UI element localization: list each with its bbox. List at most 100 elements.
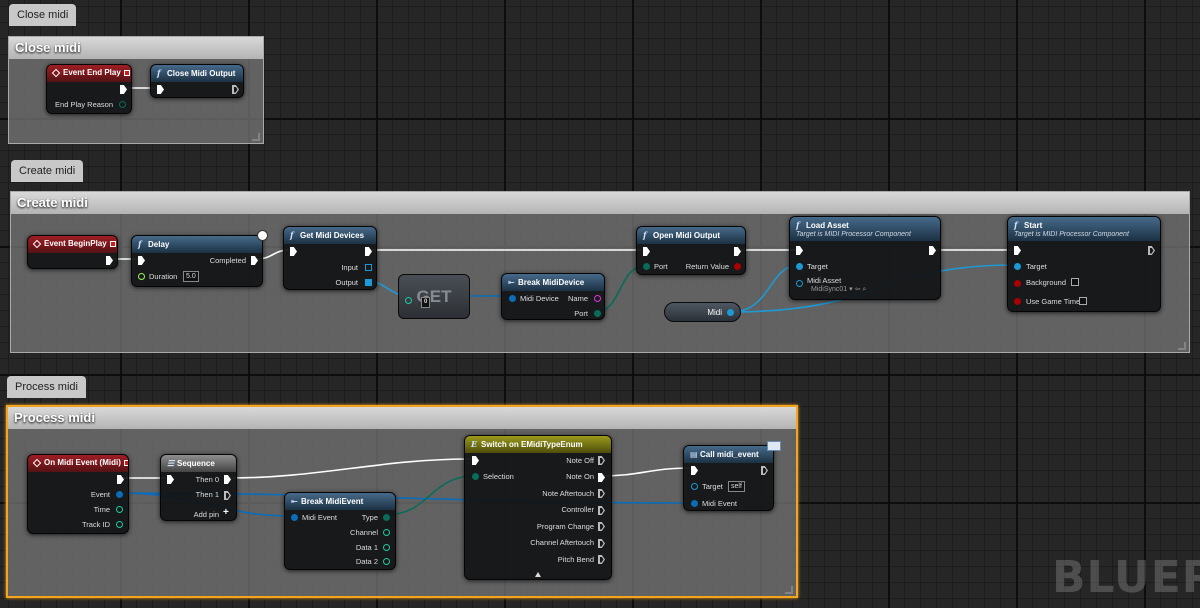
exec-in-pin[interactable] (157, 85, 164, 94)
resize-handle[interactable] (785, 586, 793, 594)
comment-tab-label: Create midi (19, 165, 76, 177)
exec-out-pin[interactable] (598, 539, 605, 548)
resize-handle[interactable] (1178, 342, 1186, 350)
array-in-pin[interactable] (365, 264, 372, 271)
int-out-pin[interactable] (116, 521, 123, 528)
add-pin-icon[interactable]: + (223, 507, 229, 518)
exec-out-pin[interactable] (232, 85, 239, 94)
exec-out-pin[interactable] (598, 522, 605, 531)
exec-out-pin[interactable] (365, 247, 372, 256)
exec-out-pin[interactable] (106, 256, 113, 265)
node-call-midi-event[interactable]: ▤ Call midi_event Target self Midi Event (683, 441, 781, 511)
node-event-begin-play[interactable]: Event BeginPlay (27, 235, 118, 269)
node-event-end-play[interactable]: Event End Play End Play Reason (46, 64, 132, 114)
target-self-input[interactable]: self (728, 481, 745, 492)
node-break-midi-event[interactable]: ⇤ Break MidiEvent Midi Event Type Channel… (284, 492, 396, 570)
resize-handle[interactable] (252, 133, 260, 141)
node-on-midi-event[interactable]: On Midi Event (Midi) Event Time Track ID (27, 454, 129, 534)
node-load-asset[interactable]: f Load Asset Target is MIDI Processor Comp… (789, 216, 941, 300)
bool-in-pin[interactable] (1014, 280, 1021, 287)
comment-tab-close-midi[interactable]: Close midi (9, 4, 77, 26)
bool-in-pin[interactable] (1014, 298, 1021, 305)
array-out-pin[interactable] (365, 279, 372, 286)
exec-out-pin[interactable] (598, 489, 605, 498)
exec-out-pin[interactable] (251, 256, 258, 265)
node-title: Close Midi Output (167, 69, 236, 78)
use-game-time-checkbox[interactable] (1079, 297, 1087, 305)
node-header: Event BeginPlay (28, 236, 117, 253)
exec-in-pin[interactable] (1014, 246, 1021, 255)
node-break-midi-device[interactable]: ⇤ Break MidiDevice Midi Device Name Port (501, 273, 605, 320)
comment-title[interactable]: Process midi (8, 407, 796, 429)
delegate-pin[interactable] (109, 240, 116, 247)
exec-in-pin[interactable] (796, 246, 803, 255)
byte-out-pin[interactable] (383, 514, 390, 521)
exec-out-pin[interactable] (598, 506, 605, 515)
node-title: Break MidiDevice (518, 278, 585, 287)
object-in-pin[interactable] (796, 263, 803, 270)
comment-tab-create-midi[interactable]: Create midi (11, 160, 84, 182)
byte-out-pin[interactable] (119, 101, 126, 108)
index-input[interactable]: 0 (421, 297, 431, 308)
int-in-pin[interactable] (405, 297, 412, 304)
node-switch-midi-type[interactable]: E Switch on EMidiTypeEnum Selection Note … (464, 435, 612, 580)
float-in-pin[interactable] (138, 273, 145, 280)
exec-in-pin[interactable] (290, 247, 297, 256)
int-out-pin[interactable] (116, 506, 123, 513)
exec-out-pin[interactable] (1148, 246, 1155, 255)
exec-out-pin[interactable] (598, 456, 605, 465)
exec-in-pin[interactable] (472, 456, 479, 465)
int-out-pin[interactable] (383, 544, 390, 551)
object-out-pin[interactable] (734, 263, 741, 270)
string-out-pin[interactable] (594, 295, 601, 302)
asset-value: MidiSync01 (811, 286, 848, 293)
exec-out-pin[interactable] (598, 555, 605, 564)
exec-in-pin[interactable] (138, 256, 145, 265)
struct-in-pin[interactable] (291, 514, 298, 521)
exec-out-pin[interactable] (734, 247, 741, 256)
exec-out-pin[interactable] (598, 473, 605, 482)
exec-out-pin[interactable] (117, 475, 124, 484)
object-in-pin[interactable] (1014, 263, 1021, 270)
comment-tab-process-midi[interactable]: Process midi (7, 376, 86, 398)
exec-in-pin[interactable] (691, 466, 698, 475)
node-start[interactable]: f Start Target is MIDI Processor Component… (1007, 216, 1161, 312)
node-close-midi-output[interactable]: f Close Midi Output (150, 64, 244, 98)
struct-in-pin[interactable] (691, 500, 698, 507)
delegate-pin[interactable] (123, 459, 128, 466)
exec-out-pin[interactable] (224, 475, 231, 484)
background-checkbox[interactable] (1071, 278, 1079, 286)
exec-out-pin[interactable] (761, 466, 768, 475)
byte-in-pin[interactable] (472, 473, 479, 480)
int-out-pin[interactable] (383, 529, 390, 536)
exec-out-pin[interactable] (224, 491, 231, 500)
pin-label-name: Name (567, 294, 588, 303)
comment-title[interactable]: Close midi (9, 37, 263, 59)
exec-in-pin[interactable] (167, 475, 174, 484)
comment-title[interactable]: Create midi (11, 192, 1189, 214)
collapse-arrow-icon[interactable] (535, 572, 541, 577)
node-get-array[interactable]: GET 0 (398, 274, 470, 319)
node-title: Break MidiEvent (301, 497, 364, 506)
exec-out-pin[interactable] (120, 85, 127, 94)
duration-input[interactable]: 5.0 (183, 271, 199, 282)
pin-label-data-2: Data 2 (355, 557, 378, 566)
struct-out-pin[interactable] (116, 491, 123, 498)
byte-out-pin[interactable] (594, 310, 601, 317)
object-in-pin[interactable] (796, 280, 803, 287)
exec-in-pin[interactable] (643, 247, 650, 256)
int-out-pin[interactable] (383, 558, 390, 565)
byte-in-pin[interactable] (643, 263, 650, 270)
node-delay[interactable]: f Delay Completed Duration 5.0 (131, 230, 268, 287)
add-pin-label[interactable]: Add pin (194, 510, 219, 519)
node-get-midi-devices[interactable]: f Get Midi Devices Input Output (283, 226, 377, 290)
exec-out-pin[interactable] (929, 246, 936, 255)
object-out-pin[interactable] (727, 309, 734, 316)
node-midi-variable[interactable]: Midi (664, 302, 741, 322)
delegate-pin[interactable] (123, 69, 130, 76)
struct-in-pin[interactable] (509, 295, 516, 302)
node-open-midi-output[interactable]: f Open Midi Output Port Return Value (636, 226, 746, 275)
object-in-pin[interactable] (691, 483, 698, 490)
node-sequence[interactable]: ☰ Sequence Then 0 Then 1 Add pin + (160, 454, 237, 521)
asset-picker[interactable]: MidiSync01 ▾ ⇦ ⌕ (811, 285, 866, 294)
